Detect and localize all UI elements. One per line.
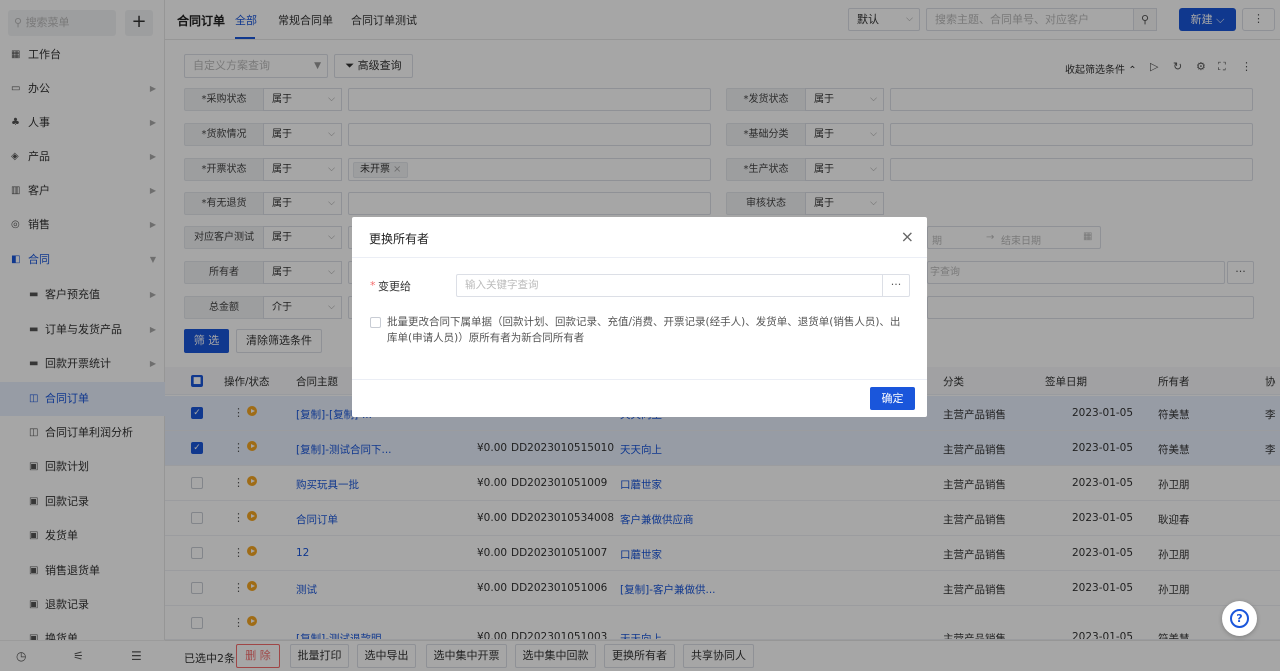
change-to-label: 变更给 xyxy=(378,280,411,293)
confirm-button[interactable]: 确定 xyxy=(870,387,915,410)
help-icon: ? xyxy=(1230,609,1249,628)
close-icon[interactable]: × xyxy=(901,227,914,246)
owner-picker-button[interactable]: ··· xyxy=(882,274,910,297)
new-owner-input[interactable]: 输入关键字查询 xyxy=(456,274,883,297)
divider xyxy=(352,257,927,258)
help-button[interactable]: ? xyxy=(1222,601,1257,636)
dialog-title: 更换所有者 xyxy=(369,232,430,246)
batch-change-checkbox[interactable] xyxy=(370,317,381,328)
batch-change-description: 批量更改合同下属单据（回款计划、回款记录、充值/消费、开票记录(经手人)、发货单… xyxy=(387,316,901,344)
required-mark: * xyxy=(370,279,376,292)
change-owner-dialog: 更换所有者 × * 变更给 输入关键字查询 ··· 批量更改合同下属单据（回款计… xyxy=(352,217,927,417)
divider xyxy=(352,379,927,380)
